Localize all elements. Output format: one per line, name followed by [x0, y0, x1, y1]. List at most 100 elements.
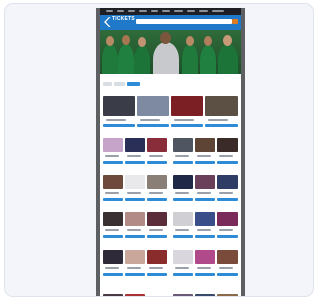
logo-chevron-icon[interactable]: [103, 17, 111, 27]
buy-tickets-button[interactable]: [173, 273, 193, 276]
event-caption: [127, 267, 141, 269]
event-caption: [175, 267, 189, 269]
buy-tickets-button[interactable]: [173, 198, 193, 201]
buy-tickets-button[interactable]: [147, 273, 167, 276]
tab-all[interactable]: [103, 82, 112, 86]
event-caption: [219, 155, 233, 157]
nav-item[interactable]: [106, 10, 113, 12]
buy-tickets-button[interactable]: [103, 124, 135, 127]
event-thumbnail[interactable]: [103, 175, 123, 189]
event-thumbnail[interactable]: [103, 250, 123, 264]
event-thumbnail[interactable]: [103, 294, 123, 296]
buy-tickets-button[interactable]: [205, 124, 238, 127]
event-thumbnail[interactable]: [195, 175, 215, 189]
tab-second[interactable]: [114, 82, 125, 86]
event-thumbnail[interactable]: [217, 212, 238, 226]
buy-tickets-button[interactable]: [125, 235, 145, 238]
event-thumbnail[interactable]: [195, 138, 215, 152]
buy-tickets-button[interactable]: [217, 161, 238, 164]
buy-tickets-button[interactable]: [103, 273, 123, 276]
event-caption: [127, 192, 141, 194]
buy-tickets-button[interactable]: [217, 235, 238, 238]
event-thumbnail[interactable]: [173, 212, 193, 226]
event-thumbnail[interactable]: [125, 250, 145, 264]
event-thumbnail[interactable]: [217, 175, 238, 189]
event-thumbnail[interactable]: [205, 96, 238, 116]
event-thumbnail[interactable]: [173, 138, 193, 152]
nav-item[interactable]: [199, 10, 208, 12]
event-thumbnail[interactable]: [195, 250, 215, 264]
buy-tickets-button[interactable]: [195, 235, 215, 238]
event-caption: [197, 229, 211, 231]
buy-tickets-button[interactable]: [125, 273, 145, 276]
buy-tickets-button[interactable]: [195, 273, 215, 276]
event-thumbnail[interactable]: [125, 175, 145, 189]
buy-tickets-button[interactable]: [147, 198, 167, 201]
event-thumbnail[interactable]: [173, 175, 193, 189]
hero-banner-image[interactable]: [100, 30, 241, 74]
event-thumbnail[interactable]: [147, 138, 167, 152]
event-thumbnail[interactable]: [147, 250, 167, 264]
buy-tickets-button[interactable]: [125, 198, 145, 201]
buy-tickets-button[interactable]: [125, 161, 145, 164]
event-thumbnail[interactable]: [217, 294, 238, 296]
buy-tickets-button[interactable]: [171, 124, 203, 127]
event-thumbnail[interactable]: [103, 138, 123, 152]
tab-active[interactable]: [127, 82, 140, 86]
logo-text[interactable]: TICKETS: [112, 17, 135, 22]
event-caption: [149, 267, 163, 269]
event-thumbnail[interactable]: [195, 294, 215, 296]
buy-tickets-button[interactable]: [103, 235, 123, 238]
event-thumbnail[interactable]: [195, 212, 215, 226]
event-caption: [127, 229, 141, 231]
event-thumbnail[interactable]: [171, 96, 203, 116]
buy-tickets-button[interactable]: [103, 198, 123, 201]
page-thumbnail[interactable]: TICKETS: [96, 8, 245, 296]
event-thumbnail[interactable]: [125, 294, 145, 296]
nav-item[interactable]: [128, 10, 135, 12]
ticket-site-page: TICKETS: [100, 8, 241, 296]
buy-tickets-button[interactable]: [147, 235, 167, 238]
event-thumbnail[interactable]: [147, 175, 167, 189]
buy-tickets-button[interactable]: [147, 161, 167, 164]
event-caption: [105, 155, 119, 157]
event-thumbnail[interactable]: [103, 212, 123, 226]
event-caption: [149, 155, 163, 157]
event-thumbnail[interactable]: [103, 96, 135, 116]
event-thumbnail[interactable]: [217, 138, 238, 152]
event-caption: [106, 119, 126, 121]
nav-item[interactable]: [117, 10, 124, 12]
event-thumbnail[interactable]: [217, 250, 238, 264]
event-thumbnail[interactable]: [137, 96, 169, 116]
search-button[interactable]: [232, 19, 238, 24]
event-thumbnail[interactable]: [125, 212, 145, 226]
nav-item[interactable]: [162, 10, 170, 12]
buy-tickets-button[interactable]: [195, 198, 215, 201]
top-nav-bar: [100, 8, 241, 15]
buy-tickets-button[interactable]: [195, 161, 215, 164]
event-thumbnail[interactable]: [173, 250, 193, 264]
search-input[interactable]: [136, 19, 232, 24]
nav-item[interactable]: [151, 10, 158, 12]
buy-tickets-button[interactable]: [217, 273, 238, 276]
nav-item[interactable]: [139, 10, 147, 12]
buy-tickets-button[interactable]: [217, 198, 238, 201]
buy-tickets-button[interactable]: [137, 124, 169, 127]
event-caption: [175, 155, 189, 157]
event-thumbnail[interactable]: [173, 294, 193, 296]
event-caption: [219, 267, 233, 269]
event-thumbnail[interactable]: [125, 138, 145, 152]
nav-item[interactable]: [212, 10, 224, 12]
nav-item[interactable]: [174, 10, 183, 12]
event-caption: [175, 229, 189, 231]
event-caption: [197, 192, 211, 194]
preview-card[interactable]: TICKETS: [4, 3, 314, 297]
event-caption: [219, 192, 233, 194]
event-caption: [105, 229, 119, 231]
buy-tickets-button[interactable]: [103, 161, 123, 164]
event-caption: [149, 229, 163, 231]
buy-tickets-button[interactable]: [173, 161, 193, 164]
nav-item[interactable]: [187, 10, 195, 12]
event-thumbnail[interactable]: [147, 212, 167, 226]
buy-tickets-button[interactable]: [173, 235, 193, 238]
